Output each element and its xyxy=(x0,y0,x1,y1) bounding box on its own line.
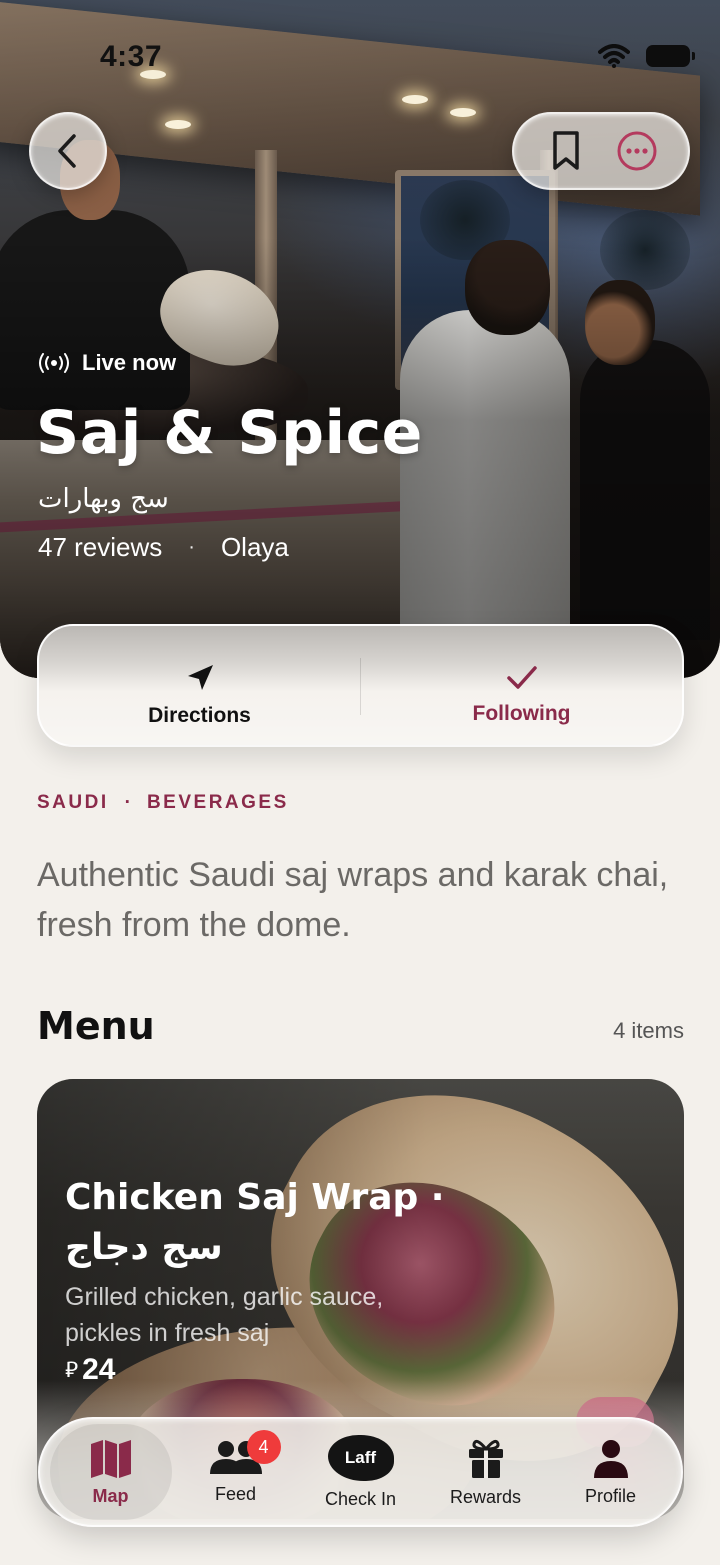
menu-heading: Menu xyxy=(37,1004,155,1048)
live-indicator: Live now xyxy=(38,350,176,376)
action-card: Directions Following xyxy=(37,624,684,747)
dish-name-arabic: سج دجاج xyxy=(65,1227,223,1268)
vendor-name: Saj & Spice xyxy=(36,398,423,468)
tab-label: Rewards xyxy=(449,1486,522,1507)
tab-label: Check In xyxy=(324,1488,397,1509)
gift-icon xyxy=(468,1439,503,1478)
vendor-name-arabic: سج وبهارات xyxy=(38,484,169,514)
chevron-left-icon xyxy=(58,134,76,168)
tab-profile[interactable]: Profile xyxy=(550,1424,672,1520)
tab-map[interactable]: Map xyxy=(49,1424,172,1520)
hero-shade xyxy=(0,0,720,678)
live-label: Live now xyxy=(82,350,177,375)
header-actions xyxy=(512,112,690,190)
tab-label: Map xyxy=(92,1485,129,1506)
vendor-location: Olaya xyxy=(220,532,289,562)
tab-bar: Map Feed 4 Laff Check In Rewards Profile xyxy=(38,1417,683,1527)
menu-count: 4 items xyxy=(613,1018,684,1043)
map-icon xyxy=(90,1439,131,1478)
dish-name: Chicken Saj Wrap · xyxy=(65,1177,445,1218)
back-button[interactable] xyxy=(29,112,107,190)
vendor-meta: 47 reviews · Olaya xyxy=(38,532,289,563)
tab-feed[interactable]: Feed 4 xyxy=(175,1424,297,1520)
vendor-description: Authentic Saudi saj wraps and karak chai… xyxy=(37,856,669,944)
notification-badge: 4 xyxy=(246,1430,281,1464)
tag-saudi[interactable]: SAUDI xyxy=(37,792,109,814)
more-button[interactable] xyxy=(607,121,667,181)
following-button[interactable]: Following xyxy=(361,626,682,745)
meta-separator: · xyxy=(188,536,195,558)
reviews-count[interactable]: 47 reviews xyxy=(38,532,162,563)
person-icon xyxy=(593,1439,628,1478)
tab-rewards[interactable]: Rewards xyxy=(425,1424,547,1520)
tag-beverages[interactable]: BEVERAGES xyxy=(147,792,289,814)
directions-label: Directions xyxy=(148,703,251,727)
broadcast-icon xyxy=(39,353,69,373)
directions-button[interactable]: Directions xyxy=(39,626,360,745)
tag-separator: · xyxy=(124,792,131,813)
category-tags: SAUDI · BEVERAGES xyxy=(37,792,289,814)
status-icons xyxy=(598,44,695,68)
wifi-icon xyxy=(598,44,630,68)
battery-icon xyxy=(646,45,695,67)
laff-logo: Laff xyxy=(327,1434,394,1481)
status-time: 4:37 xyxy=(100,40,163,73)
tab-label: Profile xyxy=(584,1485,637,1506)
checkmark-icon xyxy=(506,665,537,689)
navigation-arrow-icon xyxy=(187,664,213,690)
dish-description: Grilled chicken, garlic sauce, pickles i… xyxy=(65,1283,384,1347)
bookmark-icon xyxy=(552,131,579,170)
following-label: Following xyxy=(472,701,571,725)
tab-label: Feed xyxy=(214,1483,257,1504)
ellipsis-circle-icon xyxy=(617,131,656,171)
tab-check-in[interactable]: Laff Check In xyxy=(300,1424,422,1520)
hero-image xyxy=(0,0,720,678)
bookmark-button[interactable] xyxy=(536,121,596,181)
